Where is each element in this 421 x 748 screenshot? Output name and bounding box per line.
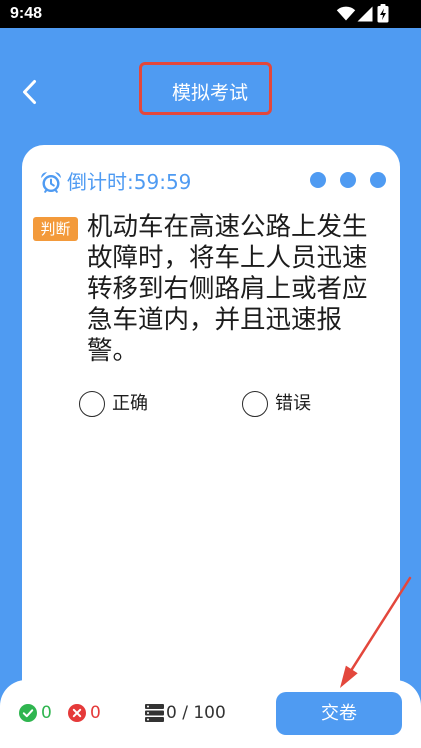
back-button[interactable]	[14, 76, 46, 108]
more-dots-button[interactable]	[310, 172, 386, 188]
annotation-highlight-box	[139, 62, 272, 115]
more-dot-icon	[310, 172, 326, 188]
back-arrow-icon	[23, 80, 36, 104]
close-circle-icon	[68, 704, 86, 722]
option-label: 正确	[112, 392, 148, 414]
answer-sheet-button[interactable]: 0 / 100	[145, 702, 226, 724]
correct-count: 0	[41, 703, 52, 723]
countdown-timer: 倒计时:59:59	[67, 170, 191, 194]
wrong-count: 0	[90, 703, 101, 723]
answer-sheet-icon	[145, 704, 164, 722]
check-circle-icon	[19, 704, 37, 722]
countdown-label: 倒计时:	[67, 170, 134, 194]
wifi-icon	[336, 6, 356, 21]
option-correct[interactable]: 正确	[79, 390, 148, 417]
progress-text: 0 / 100	[166, 703, 226, 723]
battery-charging-icon	[377, 4, 389, 23]
submit-exam-button[interactable]: 交卷	[276, 692, 402, 735]
question-type-badge: 判断	[33, 217, 78, 241]
radio-button[interactable]	[242, 390, 268, 417]
more-dot-icon	[340, 172, 356, 188]
question-text: 机动车在高速公路上发生故障时，将车上人员迅速转移到右侧路肩上或者应急车道内，并且…	[87, 212, 368, 366]
alarm-clock-icon	[41, 172, 61, 193]
more-dot-icon	[370, 172, 386, 188]
option-label: 错误	[275, 392, 311, 414]
status-time: 9:48	[10, 5, 43, 22]
option-wrong[interactable]: 错误	[242, 390, 311, 417]
wrong-counter: 0	[68, 702, 101, 724]
radio-button[interactable]	[79, 390, 105, 417]
signal-icon	[357, 6, 373, 22]
countdown-remaining: 59:59	[133, 170, 192, 194]
correct-counter: 0	[19, 702, 52, 724]
